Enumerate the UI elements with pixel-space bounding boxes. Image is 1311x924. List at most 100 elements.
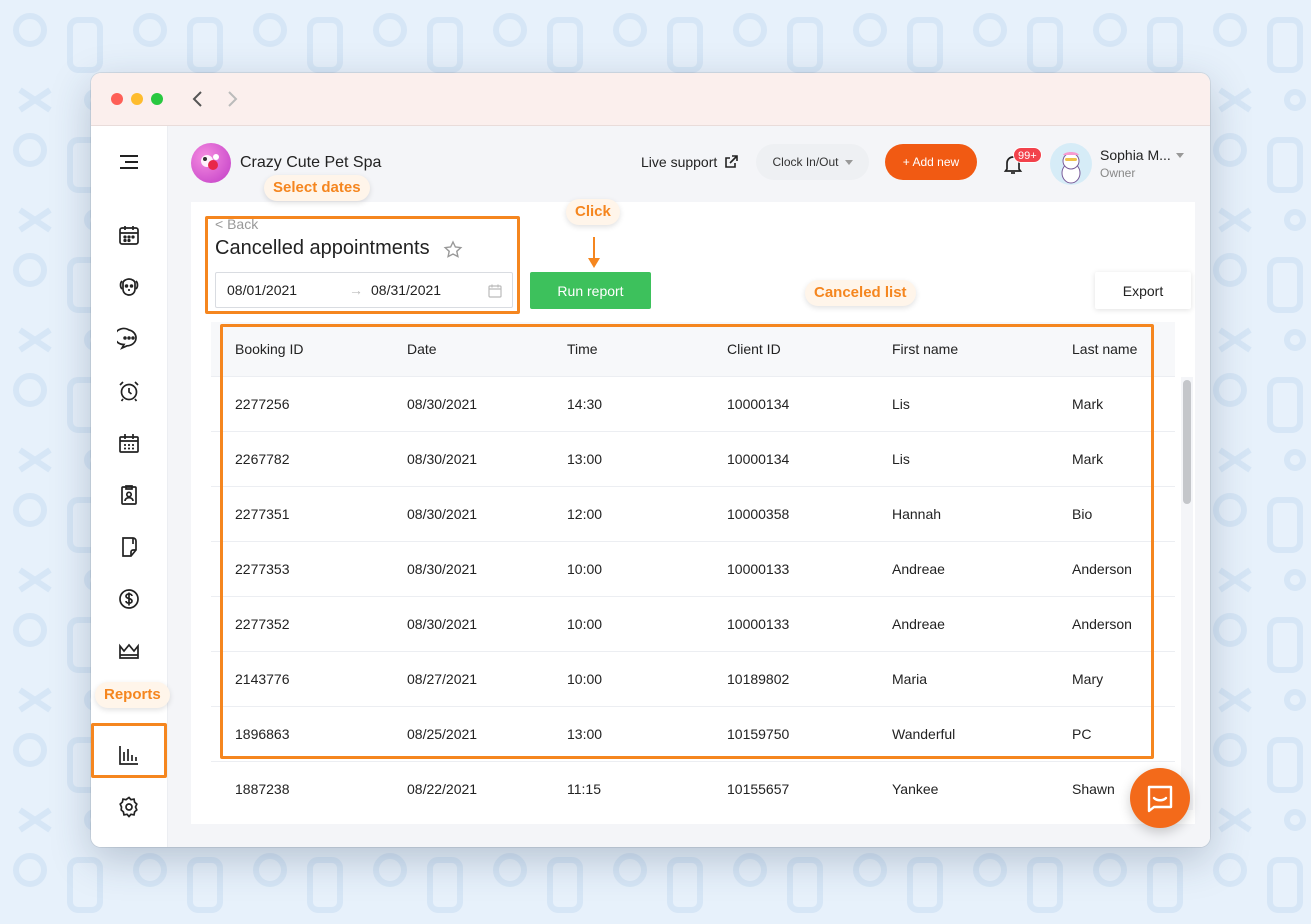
schedule-icon[interactable] bbox=[117, 431, 141, 455]
table-row[interactable]: 2267782 08/30/2021 13:00 10000134 Lis Ma… bbox=[211, 432, 1175, 487]
table-row[interactable]: 1896863 08/25/2021 13:00 10159750 Wander… bbox=[211, 707, 1175, 762]
back-link[interactable]: < Back bbox=[215, 216, 258, 232]
table-cell: 10:00 bbox=[567, 561, 603, 577]
chat-support-button[interactable] bbox=[1130, 768, 1190, 828]
table-cell: 10000358 bbox=[727, 506, 790, 522]
table-row[interactable]: 2277351 08/30/2021 12:00 10000358 Hannah… bbox=[211, 487, 1175, 542]
run-report-button[interactable]: Run report bbox=[530, 272, 651, 309]
select-dates-label: Select dates bbox=[264, 175, 370, 201]
click-label: Click bbox=[566, 199, 620, 225]
column-header[interactable]: Last name bbox=[1072, 341, 1137, 357]
table-cell: 10000134 bbox=[727, 396, 790, 412]
table-cell: 1896863 bbox=[235, 726, 290, 742]
table-cell: 13:00 bbox=[567, 726, 603, 742]
menu-icon[interactable] bbox=[117, 151, 141, 175]
table-cell: Andreae bbox=[892, 561, 945, 577]
table-cell: 08/30/2021 bbox=[407, 561, 478, 577]
back-arrow-icon[interactable] bbox=[188, 88, 208, 110]
calendar-icon[interactable] bbox=[487, 283, 503, 299]
shop-name: Crazy Cute Pet Spa bbox=[240, 154, 382, 171]
table-cell: Anderson bbox=[1072, 616, 1132, 632]
clock-in-out-dropdown[interactable]: Clock In/Out bbox=[756, 144, 869, 180]
column-header[interactable]: Client ID bbox=[727, 341, 781, 357]
table-cell: 10189802 bbox=[727, 671, 790, 687]
table-cell: 08/30/2021 bbox=[407, 506, 478, 522]
main-area: Crazy Cute Pet Spa Live support Clock In… bbox=[168, 126, 1210, 847]
date-start-input[interactable]: 08/01/2021 bbox=[227, 282, 297, 298]
canceled-list-label: Canceled list bbox=[805, 280, 916, 306]
table-row[interactable]: 2277352 08/30/2021 10:00 10000133 Andrea… bbox=[211, 597, 1175, 652]
reports-icon[interactable] bbox=[117, 743, 141, 767]
export-button[interactable]: Export bbox=[1095, 272, 1191, 309]
table-row[interactable]: 2277256 08/30/2021 14:30 10000134 Lis Ma… bbox=[211, 377, 1175, 432]
table-cell: 11:15 bbox=[567, 781, 601, 797]
chat-icon[interactable] bbox=[113, 327, 141, 351]
table-cell: 2277351 bbox=[235, 506, 290, 522]
table-row[interactable]: 1887238 08/22/2021 11:15 10155657 Yankee… bbox=[211, 762, 1175, 810]
table-cell: 08/22/2021 bbox=[407, 781, 478, 797]
table-cell: 10000133 bbox=[727, 616, 790, 632]
calendar-icon[interactable] bbox=[117, 223, 141, 247]
table-cell: 2143776 bbox=[235, 671, 290, 687]
table-cell: 10159750 bbox=[727, 726, 790, 742]
live-support-link[interactable]: Live support bbox=[641, 154, 739, 170]
avatar[interactable] bbox=[1050, 143, 1092, 185]
alarm-icon[interactable] bbox=[117, 379, 141, 403]
external-link-icon bbox=[725, 155, 739, 168]
table-cell: 2267782 bbox=[235, 451, 290, 467]
maximize-window-button[interactable] bbox=[151, 93, 163, 105]
table-cell: Mark bbox=[1072, 396, 1104, 412]
date-end-input[interactable]: 08/31/2021 bbox=[371, 282, 441, 298]
add-new-button[interactable]: + Add new bbox=[885, 144, 977, 180]
table-cell: 10:00 bbox=[567, 671, 603, 687]
table-cell: 10155657 bbox=[727, 781, 790, 797]
table-cell: Maria bbox=[892, 671, 928, 687]
user-name[interactable]: Sophia M... bbox=[1100, 147, 1171, 163]
table-row[interactable]: 2143776 08/27/2021 10:00 10189802 Maria … bbox=[211, 652, 1175, 707]
table-cell: 10000134 bbox=[727, 451, 790, 467]
user-role: Owner bbox=[1100, 166, 1136, 180]
table-cell: Lis bbox=[892, 396, 910, 412]
user-menu-chevron-icon[interactable] bbox=[1176, 153, 1184, 158]
close-window-button[interactable] bbox=[111, 93, 123, 105]
crown-icon[interactable] bbox=[117, 639, 141, 663]
star-icon[interactable] bbox=[443, 240, 463, 260]
table-cell: Shawn bbox=[1072, 781, 1115, 797]
notification-badge: 99+ bbox=[1013, 147, 1042, 163]
column-header[interactable]: Time bbox=[567, 341, 598, 357]
table-cell: 12:00 bbox=[567, 506, 603, 522]
arrow-down-icon bbox=[588, 237, 600, 268]
sidebar bbox=[91, 126, 168, 847]
minimize-window-button[interactable] bbox=[131, 93, 143, 105]
shop-logo bbox=[191, 143, 231, 183]
column-header[interactable]: Booking ID bbox=[235, 341, 303, 357]
settings-icon[interactable] bbox=[117, 795, 141, 819]
vertical-scroll-thumb[interactable] bbox=[1183, 380, 1191, 504]
table-row[interactable]: 2277353 08/30/2021 10:00 10000133 Andrea… bbox=[211, 542, 1175, 597]
table-cell: 2277353 bbox=[235, 561, 290, 577]
table-cell: Hannah bbox=[892, 506, 942, 522]
table-cell: 2277256 bbox=[235, 396, 290, 412]
dollar-icon[interactable] bbox=[117, 587, 141, 611]
table-cell: 13:00 bbox=[567, 451, 603, 467]
chat-bubble-icon bbox=[1147, 785, 1173, 813]
document-icon[interactable] bbox=[117, 535, 141, 559]
table-cell: Bio bbox=[1072, 506, 1093, 522]
table-cell: 10:00 bbox=[567, 616, 603, 632]
client-card-icon[interactable] bbox=[117, 483, 141, 507]
table-cell: 08/27/2021 bbox=[407, 671, 478, 687]
table-cell: 08/30/2021 bbox=[407, 451, 478, 467]
forward-arrow-icon[interactable] bbox=[222, 88, 242, 110]
table-cell: 08/30/2021 bbox=[407, 396, 478, 412]
table-header: Booking ID Date Time Client ID First nam… bbox=[211, 322, 1175, 377]
table-cell: Mark bbox=[1072, 451, 1104, 467]
table-cell: PC bbox=[1072, 726, 1092, 742]
date-range-picker[interactable]: 08/01/2021 → 08/31/2021 bbox=[215, 272, 513, 308]
column-header[interactable]: Date bbox=[407, 341, 437, 357]
cancelled-appointments-table: Booking ID Date Time Client ID First nam… bbox=[211, 322, 1193, 810]
pet-icon[interactable] bbox=[117, 275, 141, 299]
column-header[interactable]: First name bbox=[892, 341, 958, 357]
table-cell: Lis bbox=[892, 451, 910, 467]
table-cell: Anderson bbox=[1072, 561, 1132, 577]
arrow-right-icon: → bbox=[349, 282, 363, 298]
